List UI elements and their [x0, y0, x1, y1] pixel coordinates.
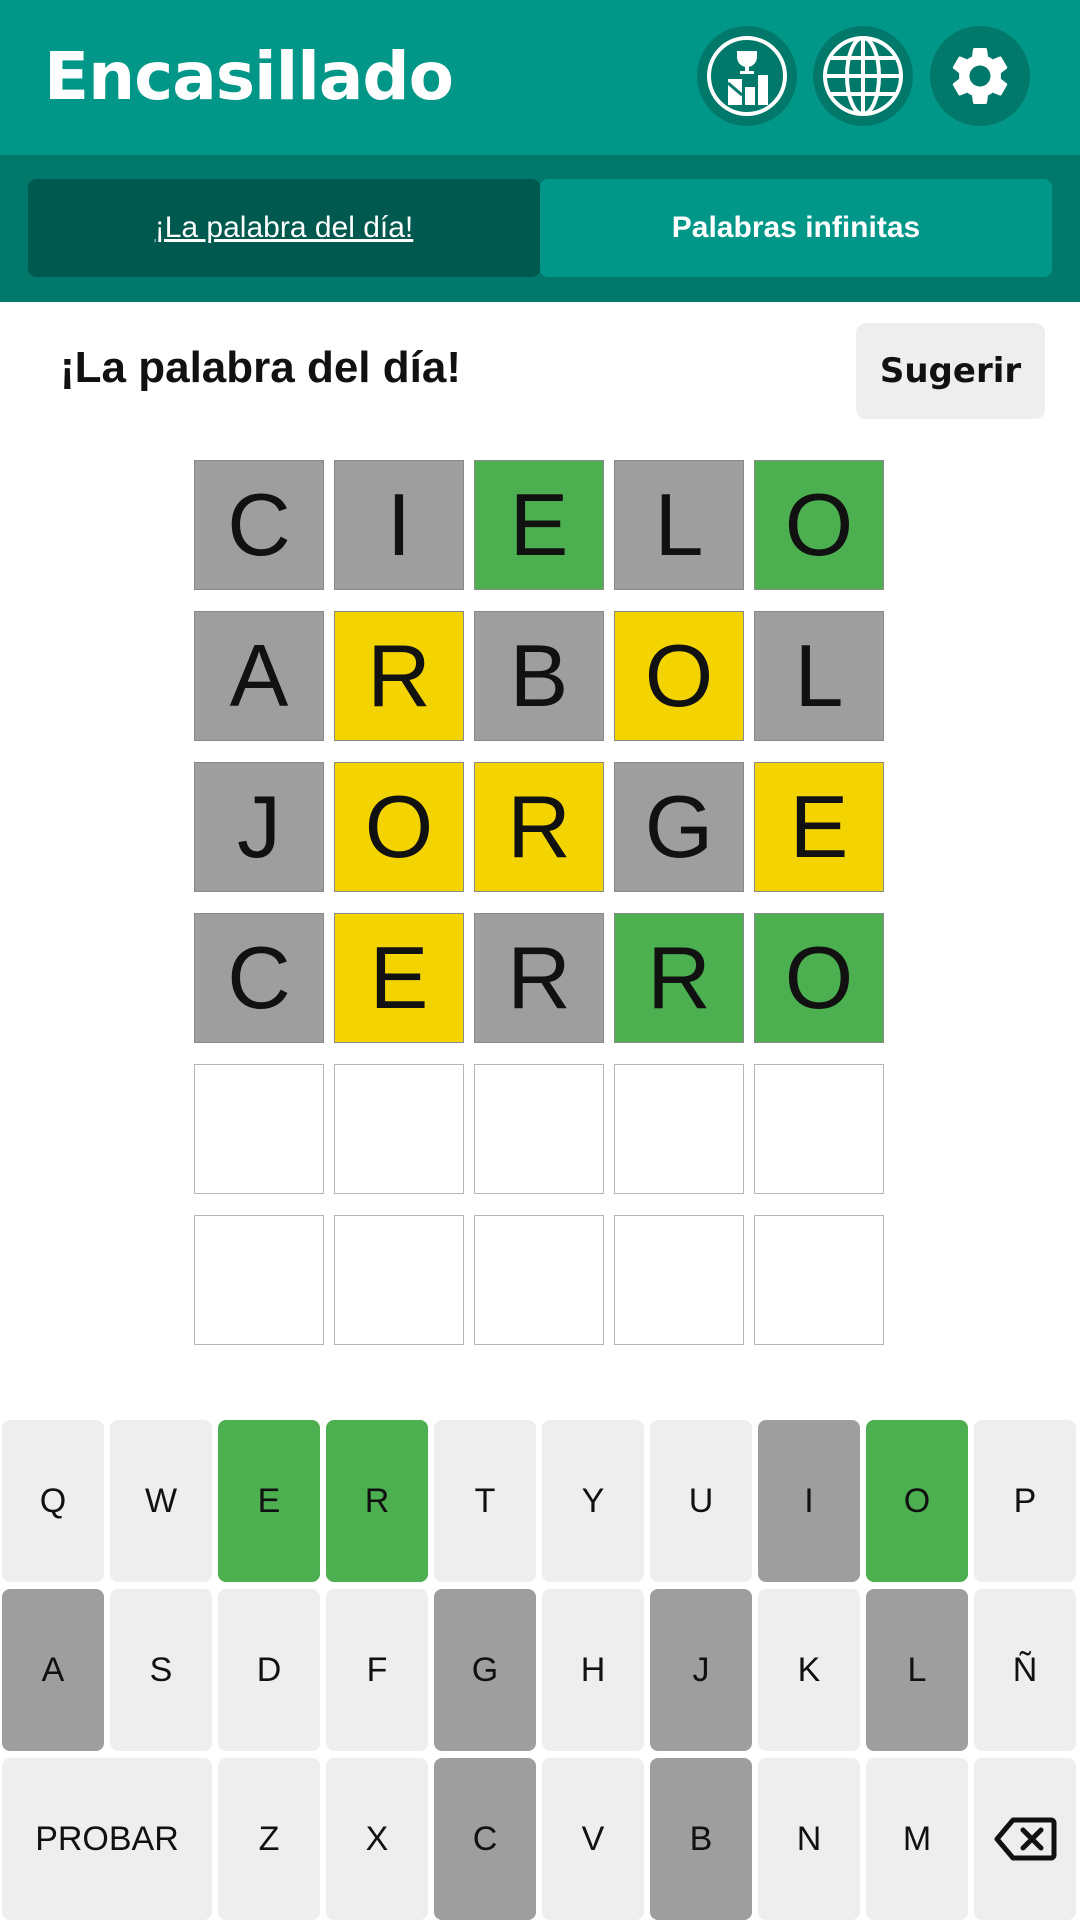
board-tile: [194, 1064, 324, 1194]
globe-icon: [823, 36, 903, 116]
board-tile: [474, 1215, 604, 1345]
keyboard-key[interactable]: N: [758, 1758, 860, 1920]
keyboard-key[interactable]: U: [650, 1420, 752, 1582]
gear-icon: [952, 47, 1008, 104]
board-tile: O: [754, 460, 884, 590]
keyboard-row-2: ASDFGHJKLÑ: [2, 1589, 1078, 1751]
keyboard-key[interactable]: W: [110, 1420, 212, 1582]
keyboard-key[interactable]: K: [758, 1589, 860, 1751]
page-title: ¡La palabra del día!: [60, 343, 461, 392]
stats-button[interactable]: [697, 26, 797, 126]
board-tile: [614, 1215, 744, 1345]
keyboard-key[interactable]: P: [974, 1420, 1076, 1582]
game-board: CIELOARBOLJORGECERRO: [194, 460, 884, 1345]
board-tile: I: [334, 460, 464, 590]
keyboard-row-3: PROBAR Z X C V B N M: [2, 1758, 1078, 1920]
keyboard-key[interactable]: T: [434, 1420, 536, 1582]
keyboard-key[interactable]: B: [650, 1758, 752, 1920]
keyboard-key[interactable]: G: [434, 1589, 536, 1751]
keyboard-key[interactable]: F: [326, 1589, 428, 1751]
board-tile: [614, 1064, 744, 1194]
app-title: Encasillado: [44, 38, 454, 115]
board-tile: R: [334, 611, 464, 741]
app-header: Encasillado: [0, 0, 1080, 155]
keyboard-key[interactable]: O: [866, 1420, 968, 1582]
board-tile: C: [194, 460, 324, 590]
board-tile: [754, 1064, 884, 1194]
board-tile: C: [194, 913, 324, 1043]
keyboard-key[interactable]: S: [110, 1589, 212, 1751]
board-tile: A: [194, 611, 324, 741]
keyboard-key[interactable]: X: [326, 1758, 428, 1920]
keyboard-key[interactable]: Z: [218, 1758, 320, 1920]
board-tile: [334, 1215, 464, 1345]
keyboard-key[interactable]: D: [218, 1589, 320, 1751]
keyboard-key[interactable]: A: [2, 1589, 104, 1751]
settings-button[interactable]: [930, 26, 1030, 126]
board-tile: [474, 1064, 604, 1194]
board-tile: L: [614, 460, 744, 590]
backspace-icon: [994, 1817, 1057, 1861]
mode-tabs: ¡La palabra del día! Palabras infinitas: [0, 155, 1080, 302]
submit-key[interactable]: PROBAR: [2, 1758, 212, 1920]
tab-infinite-words[interactable]: Palabras infinitas: [540, 179, 1052, 277]
keyboard-key[interactable]: Ñ: [974, 1589, 1076, 1751]
board-tile: O: [334, 762, 464, 892]
keyboard-key[interactable]: Q: [2, 1420, 104, 1582]
board-tile: R: [614, 913, 744, 1043]
stats-icon: [707, 36, 787, 116]
keyboard-key[interactable]: R: [326, 1420, 428, 1582]
keyboard-key[interactable]: L: [866, 1589, 968, 1751]
board-tile: [754, 1215, 884, 1345]
suggest-button[interactable]: Sugerir: [856, 323, 1045, 419]
board-tile: E: [334, 913, 464, 1043]
board-tile: O: [614, 611, 744, 741]
backspace-key[interactable]: [974, 1758, 1076, 1920]
board-tile: B: [474, 611, 604, 741]
keyboard-key[interactable]: H: [542, 1589, 644, 1751]
board-tile: L: [754, 611, 884, 741]
keyboard-key[interactable]: M: [866, 1758, 968, 1920]
keyboard-key[interactable]: C: [434, 1758, 536, 1920]
board-tile: [334, 1064, 464, 1194]
keyboard-key[interactable]: V: [542, 1758, 644, 1920]
board-tile: R: [474, 762, 604, 892]
board-tile: E: [754, 762, 884, 892]
tab-daily-word[interactable]: ¡La palabra del día!: [28, 179, 540, 277]
board-tile: G: [614, 762, 744, 892]
keyboard-key[interactable]: J: [650, 1589, 752, 1751]
language-button[interactable]: [813, 26, 913, 126]
board-tile: [194, 1215, 324, 1345]
keyboard-key[interactable]: I: [758, 1420, 860, 1582]
board-tile: E: [474, 460, 604, 590]
keyboard-key[interactable]: Y: [542, 1420, 644, 1582]
keyboard-key[interactable]: E: [218, 1420, 320, 1582]
board-tile: O: [754, 913, 884, 1043]
board-tile: J: [194, 762, 324, 892]
keyboard-row-1: QWERTYUIOP: [2, 1420, 1078, 1582]
board-tile: R: [474, 913, 604, 1043]
